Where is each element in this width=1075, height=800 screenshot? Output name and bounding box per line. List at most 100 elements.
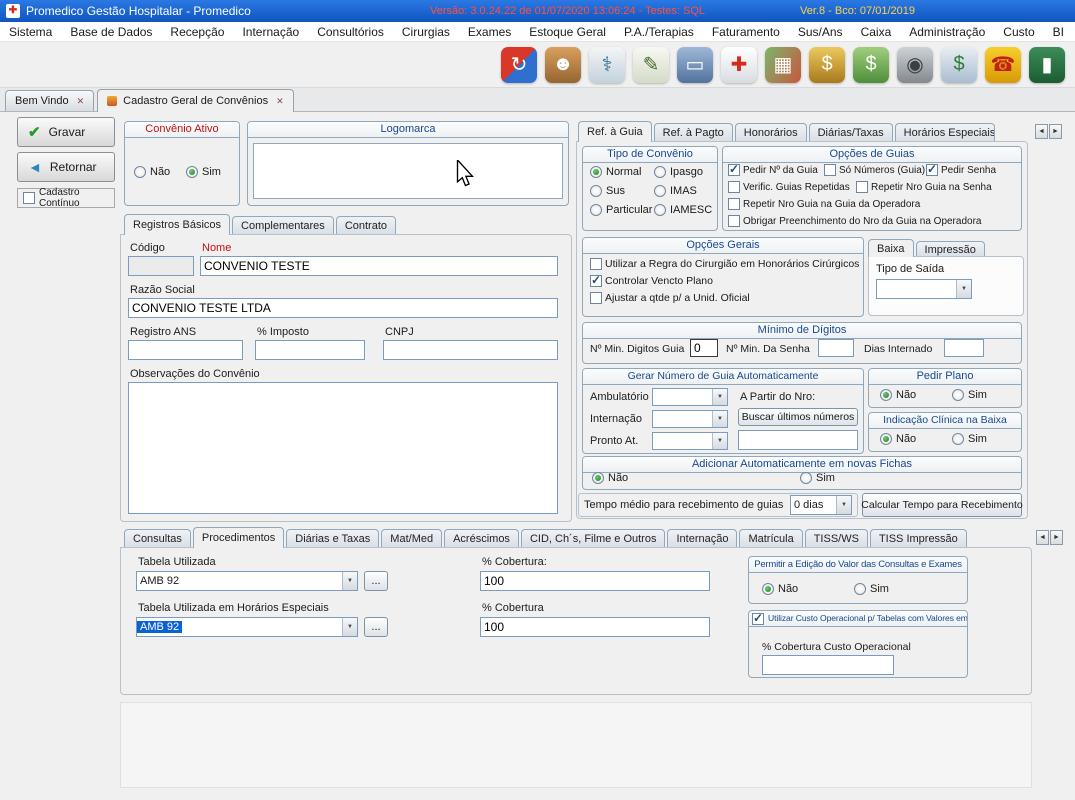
tab-honorarios[interactable]: Honorários — [735, 123, 807, 142]
chevron-down-icon[interactable] — [342, 618, 357, 636]
menu-custo[interactable]: Custo — [994, 22, 1043, 42]
chevron-down-icon[interactable] — [956, 280, 971, 298]
a-partir-nro-input[interactable] — [738, 430, 858, 450]
cobertura-custo-input[interactable] — [762, 655, 894, 675]
tab-impressao[interactable]: Impressão — [916, 241, 985, 257]
tipo-saida-combo[interactable] — [876, 279, 972, 299]
menu-consultorios[interactable]: Consultórios — [308, 22, 393, 42]
menu-sus-ans[interactable]: Sus/Ans — [789, 22, 852, 42]
finance-icon[interactable]: $ — [853, 47, 889, 83]
chevron-down-icon[interactable] — [712, 411, 727, 427]
menu-recepcao[interactable]: Recepção — [161, 22, 233, 42]
menu-administracao[interactable]: Administração — [900, 22, 994, 42]
tab-procedimentos[interactable]: Procedimentos — [193, 527, 284, 548]
chevron-down-icon[interactable] — [836, 496, 851, 514]
bottom-tab-scroll-right-icon[interactable]: ► — [1050, 530, 1063, 545]
tab-consultas[interactable]: Consultas — [124, 529, 191, 548]
calcular-tempo-button[interactable]: Calcular Tempo para Recebimento — [862, 493, 1022, 517]
tab-matricula[interactable]: Matrícula — [739, 529, 802, 548]
radio-ipasgo[interactable]: Ipasgo — [654, 166, 703, 178]
checkbox-pedir-numero-guia[interactable]: Pedir Nº da Guia — [728, 164, 818, 176]
checkbox-ajustar-qtde[interactable]: Ajustar a qtde p/ a Unid. Oficial — [590, 292, 750, 304]
close-icon[interactable]: ✕ — [77, 96, 85, 107]
cost-icon[interactable]: $ — [941, 47, 977, 83]
radio-sus[interactable]: Sus — [590, 185, 625, 197]
radio-indicacao-nao[interactable]: Não — [880, 433, 916, 445]
menu-cirurgias[interactable]: Cirurgias — [393, 22, 459, 42]
close-icon[interactable]: ✕ — [276, 96, 284, 107]
radio-adicionar-sim[interactable]: Sim — [800, 472, 835, 484]
tab-tiss-ws[interactable]: TISS/WS — [805, 529, 868, 548]
chevron-down-icon[interactable] — [712, 433, 727, 449]
menu-exames[interactable]: Exames — [459, 22, 520, 42]
radio-adicionar-nao[interactable]: Não — [592, 472, 628, 484]
nome-input[interactable] — [200, 256, 558, 276]
tab-scroll-right-icon[interactable]: ► — [1049, 124, 1062, 139]
tabela-browse-button[interactable]: ... — [364, 571, 388, 591]
observacoes-textarea[interactable] — [128, 382, 558, 514]
map-icon[interactable]: ▦ — [765, 47, 801, 83]
tab-complementares[interactable]: Complementares — [232, 216, 334, 235]
tab-mat-med[interactable]: Mat/Med — [381, 529, 442, 548]
codigo-input[interactable] — [128, 256, 194, 276]
imposto-input[interactable] — [255, 340, 365, 360]
buscar-ultimos-numeros-button[interactable]: Buscar últimos números — [738, 408, 858, 426]
dias-internado-input[interactable] — [944, 339, 984, 357]
tabela-utilizada-combo[interactable]: AMB 92 — [136, 571, 358, 591]
tab-diarias-e-taxas[interactable]: Diárias e Taxas — [286, 529, 379, 548]
safe-icon[interactable]: ◉ — [897, 47, 933, 83]
tab-contrato[interactable]: Contrato — [336, 216, 396, 235]
ambulance-icon[interactable]: ✚ — [721, 47, 757, 83]
tab-ref-a-guia[interactable]: Ref. à Guia — [578, 121, 652, 142]
radio-indicacao-sim[interactable]: Sim — [952, 433, 987, 445]
tabela-horarios-especiais-combo[interactable]: AMB 92 — [136, 617, 358, 637]
menu-sistema[interactable]: Sistema — [0, 22, 61, 42]
radio-permitir-sim[interactable]: Sim — [854, 583, 889, 595]
cobertura-esp-input[interactable] — [480, 617, 710, 637]
tab-diarias-taxas[interactable]: Diárias/Taxas — [809, 123, 893, 142]
radio-pedir-plano-sim[interactable]: Sim — [952, 389, 987, 401]
tab-registros-basicos[interactable]: Registros Básicos — [124, 214, 230, 235]
tab-ref-a-pagto[interactable]: Ref. à Pagto — [654, 123, 733, 142]
menu-faturamento[interactable]: Faturamento — [703, 22, 789, 42]
tab-internacao-inferior[interactable]: Internação — [667, 529, 737, 548]
checkbox-verific-guias-repetidas[interactable]: Verific. Guias Repetidas — [728, 181, 850, 193]
phone-icon[interactable]: ☎ — [985, 47, 1021, 83]
chevron-down-icon[interactable] — [712, 389, 727, 405]
tab-cid-chs-filme-outros[interactable]: CID, Ch´s, Filme e Outros — [521, 529, 666, 548]
tab-horarios-especiais[interactable]: Horários Especiais — [895, 123, 995, 142]
pronto-at-combo[interactable] — [652, 432, 728, 450]
logomarca-canvas[interactable] — [253, 143, 563, 199]
menu-pa-terapias[interactable]: P.A./Terapias — [615, 22, 703, 42]
menu-bi[interactable]: BI — [1044, 22, 1073, 42]
tab-scroll-left-icon[interactable]: ◄ — [1035, 124, 1048, 139]
min-digitos-guia-input[interactable] — [690, 339, 718, 357]
checkbox-repetir-nro-guia-operadora[interactable]: Repetir Nro Guia na Guia da Operadora — [728, 198, 920, 210]
tab-tiss-impressao[interactable]: TISS Impressão — [870, 529, 967, 548]
radio-pedir-plano-nao[interactable]: Não — [880, 389, 916, 401]
chevron-down-icon[interactable] — [342, 572, 357, 590]
cnpj-input[interactable] — [383, 340, 558, 360]
internacao-combo[interactable] — [652, 410, 728, 428]
radio-convenio-nao[interactable]: Não — [134, 166, 170, 178]
cobertura-input[interactable] — [480, 571, 710, 591]
prescription-icon[interactable]: ✎ — [633, 47, 669, 83]
gravar-button[interactable]: ✔ Gravar — [17, 117, 115, 147]
radio-imas[interactable]: IMAS — [654, 185, 697, 197]
tab-cadastro-geral-convenios[interactable]: Cadastro Geral de Convênios ✕ — [97, 89, 293, 112]
checkbox-controlar-vencto[interactable]: Controlar Vencto Plano — [590, 275, 713, 287]
checkbox-obrigar-preenchimento[interactable]: Obrigar Preenchimento do Nro da Guia na … — [728, 215, 981, 227]
tabela-esp-browse-button[interactable]: ... — [364, 617, 388, 637]
sync-icon[interactable]: ↻ — [501, 47, 537, 83]
menu-base-de-dados[interactable]: Base de Dados — [61, 22, 161, 42]
radio-convenio-sim[interactable]: Sim — [186, 166, 221, 178]
retornar-button[interactable]: ◄ Retornar — [17, 152, 115, 182]
checkbox-so-numeros[interactable]: Só Números (Guia) — [824, 164, 925, 176]
tempo-medio-combo[interactable]: 0 dias — [790, 495, 852, 515]
billing-icon[interactable]: $ — [809, 47, 845, 83]
cadastro-continuo-checkbox[interactable]: Cadastro Contínuo — [17, 188, 115, 208]
checkbox-repetir-nro-senha[interactable]: Repetir Nro Guia na Senha — [856, 181, 992, 193]
book-icon[interactable]: ▮ — [1029, 47, 1065, 83]
radio-permitir-nao[interactable]: Não — [762, 583, 798, 595]
radio-normal[interactable]: Normal — [590, 166, 641, 178]
